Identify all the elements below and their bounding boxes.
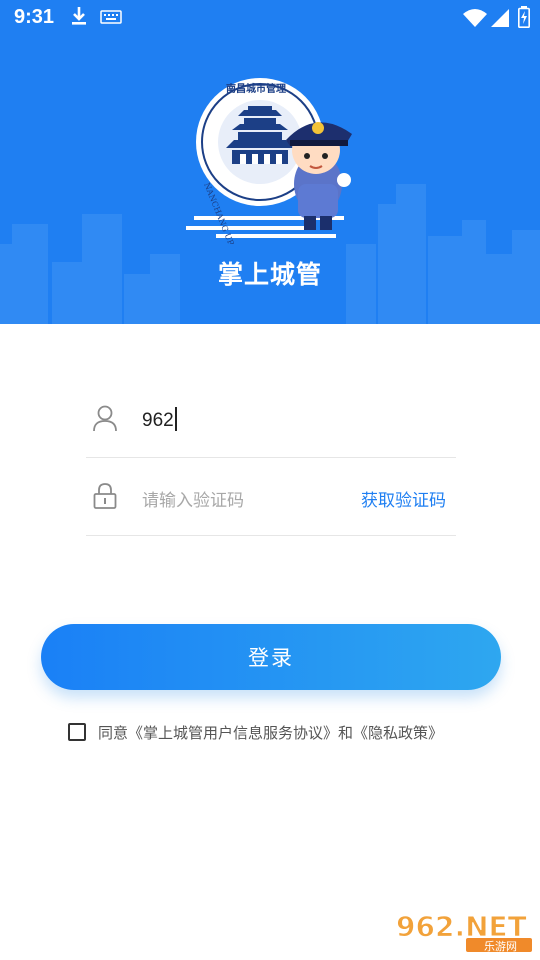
verification-code-field[interactable]: 请输入验证码 获取验证码 [86, 458, 456, 536]
keyboard-icon [100, 10, 122, 24]
app-logo: 南昌城市管理 NANCHANG URBAN MA [186, 78, 352, 244]
lock-icon [93, 483, 117, 509]
logo-ring-text: 南昌城市管理 [226, 82, 286, 95]
agreement-checkbox[interactable] [68, 723, 86, 741]
status-time: 9:31 [14, 6, 55, 28]
phone-input-value: 962 [142, 410, 174, 431]
agreement-text[interactable]: 同意《掌上城管用户信息服务协议》和《隐私政策》 [98, 722, 443, 743]
login-button[interactable]: 登录 [41, 624, 501, 690]
text-caret [174, 407, 177, 431]
signal-icon [491, 9, 509, 27]
wifi-icon [463, 9, 487, 27]
header-banner: 9:31 南昌城市管理 NANCHANG URBAN MA 掌上城管 [0, 0, 540, 324]
battery-charging-icon [518, 6, 530, 28]
watermark-sub: 乐游网 [484, 940, 517, 952]
status-bar: 9:31 [0, 0, 540, 38]
phone-field[interactable]: 962 [86, 380, 456, 458]
verification-code-input[interactable]: 请输入验证码 [142, 486, 244, 511]
user-icon [93, 405, 117, 432]
phone-input[interactable]: 962 [142, 407, 177, 432]
download-icon [72, 7, 86, 25]
app-title: 掌上城管 [217, 260, 322, 289]
get-code-button[interactable]: 获取验证码 [361, 486, 446, 511]
watermark-logo: 962.NET 乐游网 [396, 910, 532, 952]
